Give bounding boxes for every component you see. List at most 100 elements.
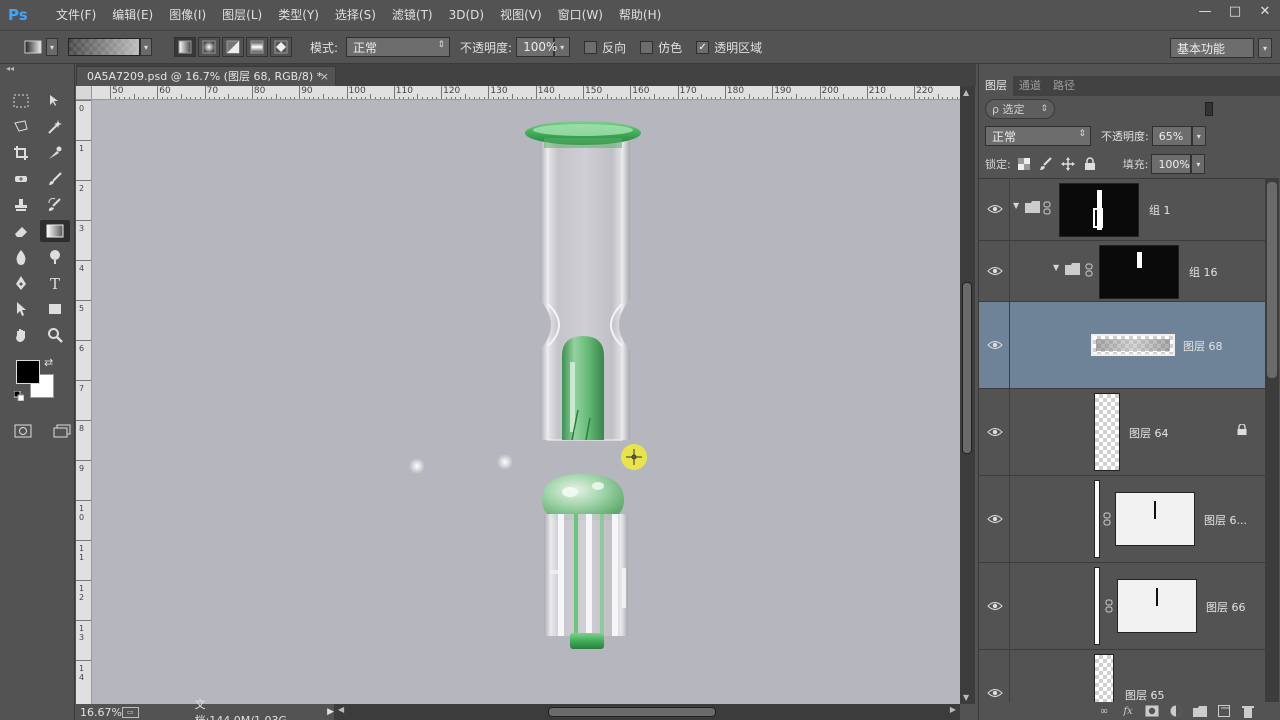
layer-opacity-dropdown-arrow[interactable]: ▾	[1191, 126, 1206, 146]
menu-window[interactable]: 窗口(W)	[550, 0, 611, 30]
visibility-eye-icon[interactable]	[987, 265, 1003, 277]
new-group-icon[interactable]	[1193, 705, 1207, 717]
layer-row[interactable]: 图层 6...	[979, 476, 1265, 563]
transparency-checkbox-row[interactable]: ✓ 透明区域	[696, 39, 762, 56]
expand-triangle-icon[interactable]: ▼	[1053, 263, 1059, 272]
eraser-tool-icon[interactable]	[6, 220, 36, 242]
lasso-tool-icon[interactable]	[6, 116, 36, 138]
layer-name[interactable]: 图层 68	[1183, 338, 1223, 354]
crop-tool-icon[interactable]	[6, 142, 36, 164]
lock-transparent-icon[interactable]	[1015, 155, 1033, 173]
layer-row[interactable]: ▼ 组 1	[979, 179, 1265, 241]
blur-tool-icon[interactable]	[6, 246, 36, 268]
minimize-button[interactable]: —	[1190, 0, 1220, 22]
tab-layers[interactable]: 图层	[979, 76, 1013, 96]
horizontal-ruler[interactable]: 50 60 70 80 90 100 110 120 130 140 150 160 170 180 190…	[92, 86, 960, 100]
zoom-level[interactable]: 16.67%	[76, 706, 122, 719]
reverse-checkbox[interactable]	[584, 40, 598, 54]
reverse-checkbox-row[interactable]: 反向	[584, 39, 626, 56]
trash-icon[interactable]	[1241, 705, 1255, 718]
fill-dropdown-arrow[interactable]: ▾	[1191, 154, 1206, 174]
close-tab-icon[interactable]: ×	[320, 67, 329, 86]
canvas-vertical-scrollbar[interactable]: ▲ ▼	[960, 86, 975, 704]
visibility-eye-icon[interactable]	[987, 426, 1003, 438]
workspace-dropdown-arrow[interactable]: ▾	[1258, 38, 1272, 58]
layer-filter-select[interactable]: ρ 选定 ⇕	[985, 99, 1055, 119]
workspace-select[interactable]: 基本功能	[1170, 38, 1254, 58]
opacity-input[interactable]: 100%	[516, 37, 557, 57]
type-tool-icon[interactable]: T	[40, 272, 70, 294]
linear-gradient-button[interactable]	[174, 37, 196, 57]
fx-icon[interactable]: fx	[1121, 705, 1135, 717]
menu-type[interactable]: 类型(Y)	[270, 0, 327, 30]
layer-name[interactable]: 图层 65	[1125, 687, 1165, 702]
tab-channels[interactable]: 通道	[1013, 76, 1047, 96]
canvas-horizontal-scrollbar[interactable]: ◀ ▶	[334, 704, 960, 720]
layer-row[interactable]: ▼ 组 16	[979, 241, 1265, 302]
layer-opacity-input[interactable]: 65%	[1151, 126, 1192, 146]
ruler-origin[interactable]	[76, 86, 92, 100]
layer-thumbnail[interactable]	[1094, 480, 1100, 558]
dither-checkbox[interactable]	[640, 40, 654, 54]
menu-view[interactable]: 视图(V)	[492, 0, 550, 30]
visibility-eye-icon[interactable]	[987, 687, 1003, 699]
status-info-icon[interactable]: ▭	[121, 706, 139, 718]
gradient-swatch[interactable]	[68, 38, 140, 56]
layer-name[interactable]: 组 1	[1149, 202, 1171, 218]
layer-name[interactable]: 图层 6...	[1204, 512, 1247, 528]
reflected-gradient-button[interactable]	[246, 37, 268, 57]
move-tool-icon[interactable]	[40, 90, 70, 112]
layer-row-selected[interactable]: 图层 68	[979, 302, 1265, 389]
marquee-tool-icon[interactable]	[6, 90, 36, 112]
menu-help[interactable]: 帮助(H)	[611, 0, 669, 30]
layer-mask-thumbnail[interactable]	[1099, 245, 1179, 299]
screen-mode-icon[interactable]	[49, 420, 74, 442]
menu-layer[interactable]: 图层(L)	[214, 0, 270, 30]
transparency-checkbox[interactable]: ✓	[696, 40, 710, 54]
radial-gradient-button[interactable]	[198, 37, 220, 57]
link-layers-icon[interactable]: ∞	[1097, 705, 1111, 717]
layer-name[interactable]: 图层 64	[1129, 425, 1169, 441]
menu-3d[interactable]: 3D(D)	[441, 0, 492, 30]
layer-thumbnail[interactable]	[1094, 567, 1100, 645]
adjustment-layer-icon[interactable]	[1169, 705, 1183, 717]
magic-wand-icon[interactable]	[40, 116, 70, 138]
scroll-right-icon[interactable]: ▶	[950, 705, 956, 714]
path-selection-icon[interactable]	[6, 298, 36, 320]
layer-row[interactable]: 图层 65	[979, 650, 1265, 702]
gradient-dropdown-arrow[interactable]: ▾	[140, 38, 152, 56]
layer-mask-thumbnail[interactable]	[1059, 183, 1139, 237]
blend-mode-select[interactable]: 正常 ⇕	[985, 126, 1091, 146]
healing-brush-icon[interactable]	[6, 168, 36, 190]
angle-gradient-button[interactable]	[222, 37, 244, 57]
history-brush-icon[interactable]	[40, 194, 70, 216]
clone-stamp-icon[interactable]	[6, 194, 36, 216]
eyedropper-icon[interactable]	[40, 142, 70, 164]
dodge-tool-icon[interactable]	[40, 246, 70, 268]
layer-thumbnail[interactable]	[1094, 393, 1120, 471]
visibility-eye-icon[interactable]	[987, 203, 1003, 215]
new-layer-icon[interactable]	[1217, 705, 1231, 717]
collapse-arrows-icon[interactable]: ◂◂	[0, 64, 74, 76]
visibility-eye-icon[interactable]	[987, 339, 1003, 351]
layer-mask-thumbnail[interactable]	[1115, 492, 1195, 546]
scroll-up-icon[interactable]: ▲	[963, 88, 969, 97]
layer-row[interactable]: 图层 66	[979, 563, 1265, 650]
gradient-tool-icon[interactable]	[40, 220, 70, 242]
layer-row[interactable]: 图层 64	[979, 389, 1265, 476]
add-mask-icon[interactable]	[1145, 705, 1159, 717]
mode-select[interactable]: 正常 ⇕	[346, 37, 451, 57]
gradient-tool-preset-icon[interactable]	[20, 36, 46, 58]
lock-position-icon[interactable]	[1059, 155, 1077, 173]
layer-thumbnail[interactable]	[1091, 334, 1175, 356]
menu-file[interactable]: 文件(F)	[48, 0, 104, 30]
foreground-color-swatch[interactable]	[16, 360, 40, 384]
layers-scrollbar[interactable]	[1265, 178, 1279, 702]
tab-paths[interactable]: 路径	[1047, 76, 1081, 96]
expand-triangle-icon[interactable]: ▼	[1013, 201, 1019, 210]
layer-mask-thumbnail[interactable]	[1117, 579, 1197, 633]
menu-select[interactable]: 选择(S)	[327, 0, 384, 30]
dither-checkbox-row[interactable]: 仿色	[640, 39, 682, 56]
visibility-eye-icon[interactable]	[987, 513, 1003, 525]
quick-mask-icon[interactable]	[10, 420, 35, 442]
